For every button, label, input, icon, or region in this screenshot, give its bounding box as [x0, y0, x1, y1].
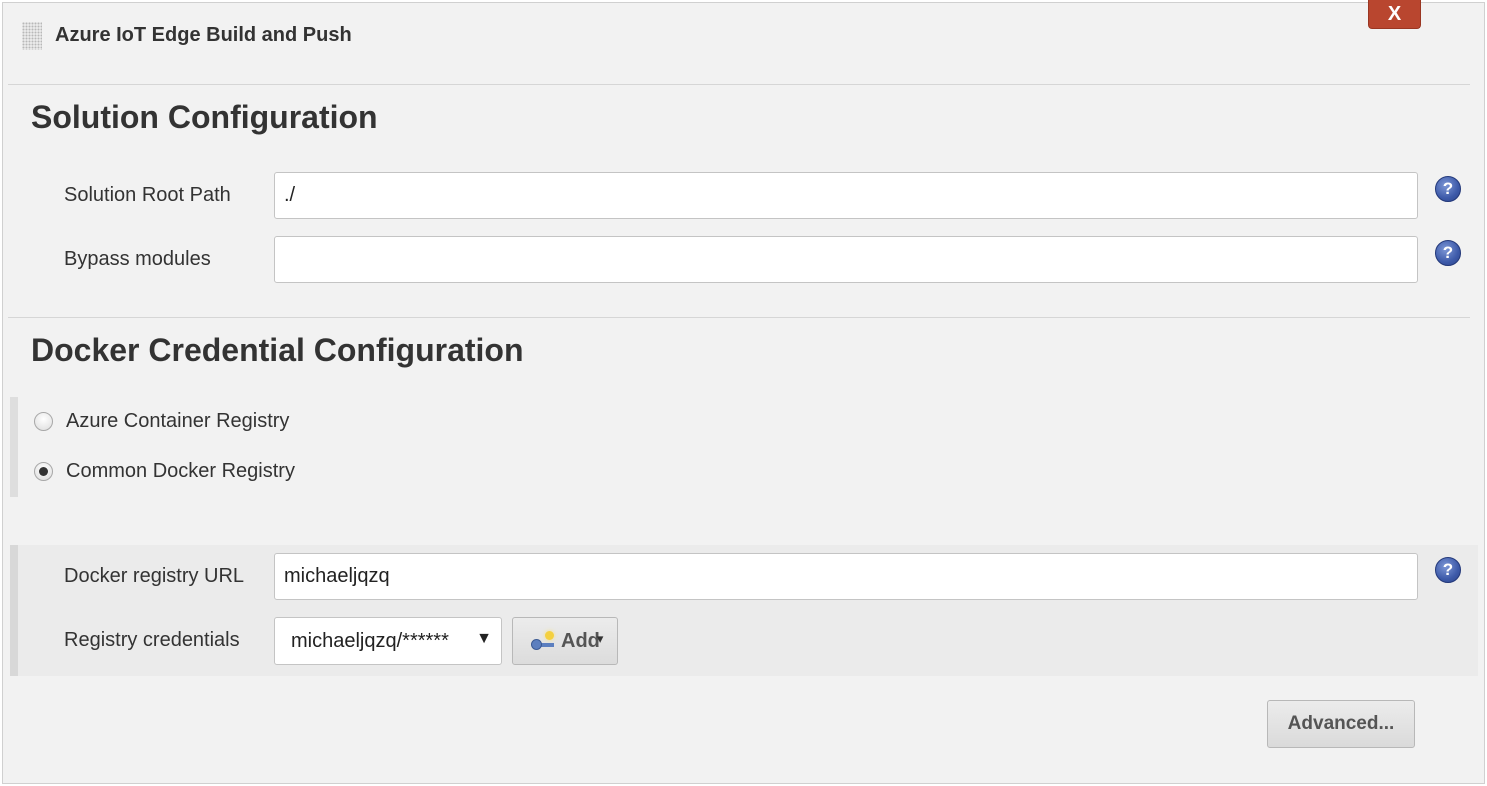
radio-group-bar [10, 397, 18, 497]
radio-selected-dot [39, 467, 48, 476]
dropdown-caret-icon: ▾ [596, 631, 604, 646]
drag-handle-icon[interactable] [22, 22, 42, 50]
step-title: Azure IoT Edge Build and Push [55, 24, 352, 46]
selected-credential: michaeljqzq/****** [291, 629, 449, 652]
radio-button[interactable] [34, 412, 53, 431]
docker-registry-url-label: Docker registry URL [64, 565, 245, 587]
registry-credentials-select[interactable]: michaeljqzq/****** ▼ [274, 617, 502, 665]
solution-root-path-label: Solution Root Path [64, 184, 231, 206]
help-icon[interactable]: ? [1435, 240, 1461, 266]
radio-azure-container-registry[interactable]: Azure Container Registry [34, 410, 289, 433]
solution-root-path-input[interactable] [274, 172, 1418, 219]
advanced-button[interactable]: Advanced... [1267, 700, 1415, 748]
divider [8, 317, 1470, 318]
delete-step-button[interactable]: X [1368, 0, 1421, 29]
bypass-modules-label: Bypass modules [64, 248, 211, 270]
registry-credentials-label: Registry credentials [64, 629, 240, 651]
dropdown-arrow-icon: ▼ [476, 630, 492, 647]
key-icon [531, 630, 557, 652]
divider [8, 84, 1470, 85]
bypass-modules-input[interactable] [274, 236, 1418, 283]
add-label: Add [561, 629, 600, 652]
help-icon[interactable]: ? [1435, 176, 1461, 202]
solution-config-heading: Solution Configuration [31, 99, 378, 135]
help-icon[interactable]: ? [1435, 557, 1461, 583]
docker-registry-url-input[interactable] [274, 553, 1418, 600]
radio-common-docker-registry[interactable]: Common Docker Registry [34, 460, 295, 483]
add-credentials-button[interactable]: Add ▾ [512, 617, 618, 665]
radio-button-selected[interactable] [34, 462, 53, 481]
docker-credential-heading: Docker Credential Configuration [31, 332, 524, 368]
subpanel-bar [10, 545, 18, 676]
radio-label: Common Docker Registry [66, 460, 295, 482]
radio-label: Azure Container Registry [66, 410, 290, 432]
